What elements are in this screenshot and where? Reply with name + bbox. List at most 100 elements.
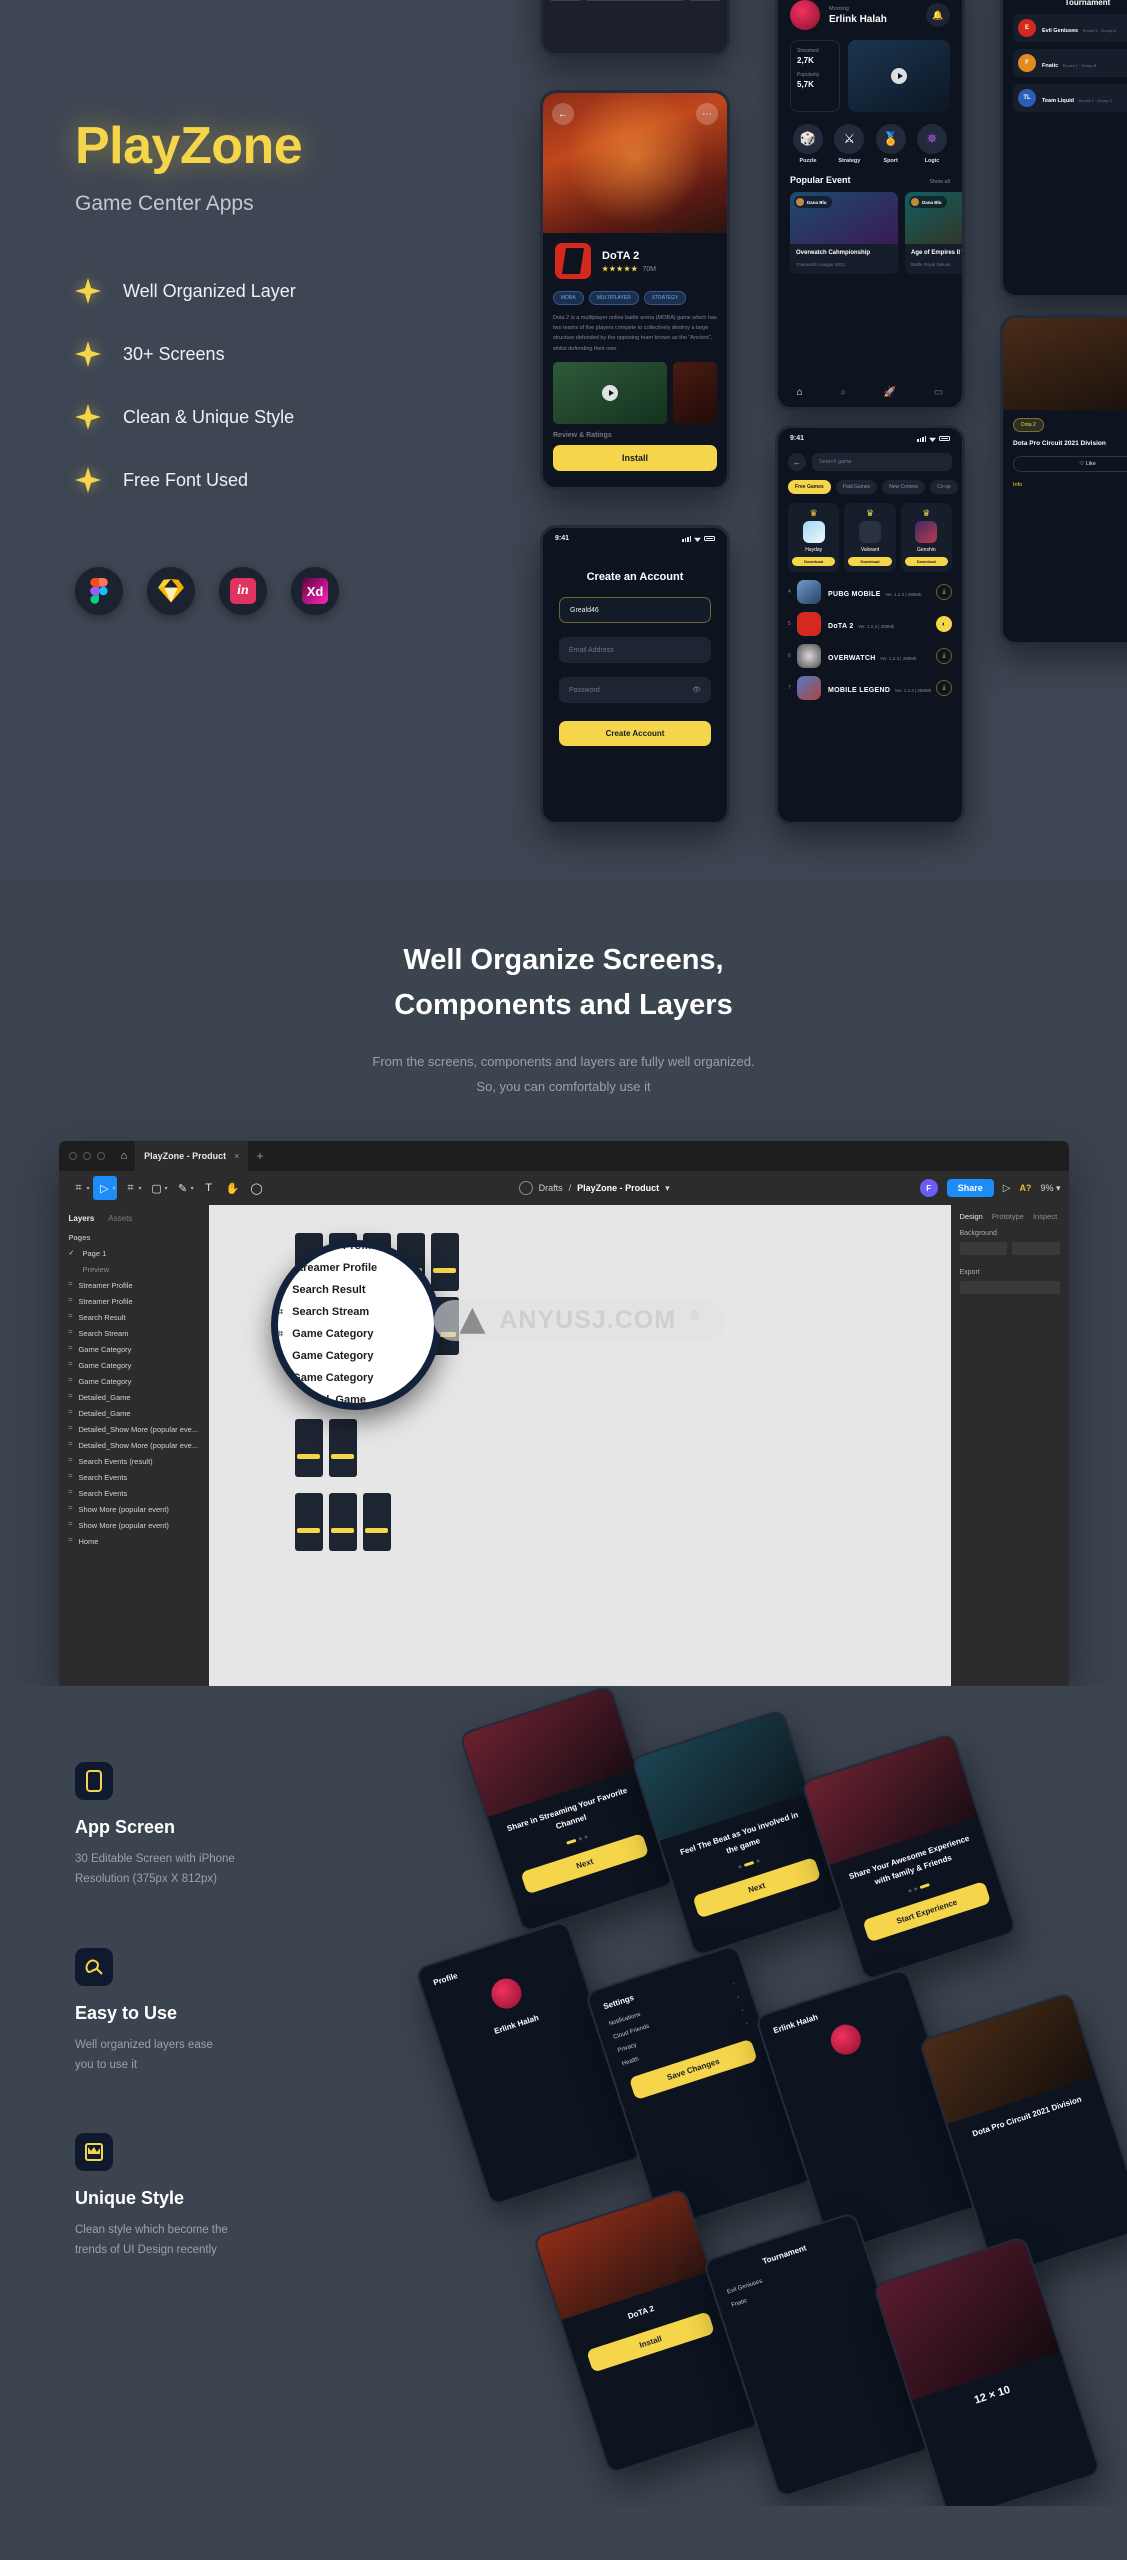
zoom-level[interactable]: 9% ▾ [1040, 1183, 1060, 1194]
export-control[interactable] [959, 1281, 1060, 1295]
figma-file-tab[interactable]: PlayZone - Product × [135, 1141, 249, 1172]
layer-item[interactable]: ⌗ Game Category [59, 1357, 209, 1373]
password-input[interactable]: Password 👁 [559, 677, 711, 703]
chevron-down-icon[interactable]: ▾ [665, 1183, 670, 1194]
hand-tool-icon[interactable]: ✋ [221, 1176, 245, 1200]
game-list-row[interactable]: 7 MOBILE LEGEND Ver. 1.2.3 | 288Mb ⤓ [788, 676, 952, 700]
tab-prototype[interactable]: Prototype [992, 1212, 1024, 1221]
annotate-icon[interactable]: A? [1019, 1183, 1031, 1193]
event-card[interactable]: Dana Blu Age of Empires II World Cup Bat… [905, 192, 962, 274]
figma-canvas[interactable]: ANYUSJ.COM ® ⌗ Streamer Profile ⌗ Streamer… [208, 1205, 951, 1687]
game-list-row[interactable]: 6 OVERWATCH Ver. 1.2.3 | 288Mb ⤓ [788, 644, 952, 668]
username-input[interactable]: Greald46 [559, 597, 711, 623]
category-item[interactable]: 🎲 Puzzle [792, 124, 824, 164]
chip-free-games[interactable]: Free Games [788, 480, 831, 494]
layer-item[interactable]: ⌗ Search Events (result) [59, 1453, 209, 1469]
chip-paid-games[interactable]: Paid Games [835, 480, 878, 494]
next-button[interactable]: Next [520, 1832, 650, 1895]
tab-search-icon[interactable]: ⌕ [840, 387, 846, 398]
layer-item[interactable]: ⌗ Show More (popular event) [59, 1517, 209, 1533]
background-controls[interactable] [959, 1242, 1060, 1260]
chip-new-comers[interactable]: New Comers [882, 480, 926, 494]
download-button[interactable]: Download [792, 557, 836, 566]
start-experience-button[interactable]: Start Experience [862, 1880, 992, 1943]
eye-icon[interactable]: 👁 [692, 686, 701, 694]
game-list-row[interactable]: 5 DoTA 2 Ver. 1.2.3 | 288Mb ◐ [788, 612, 952, 636]
screenshot-video[interactable] [553, 361, 667, 424]
tournament-row[interactable]: F Fnatic Round 1 · Group B Play [1013, 49, 1127, 77]
podium-item[interactable]: ♛ Hayday Download [788, 503, 840, 572]
figma-icon[interactable] [75, 567, 123, 615]
keyboard-num-key[interactable]: 123 [549, 0, 583, 1]
chip-coop[interactable]: Co-op [930, 480, 958, 494]
next-button[interactable]: Next [692, 1856, 822, 1919]
like-button[interactable]: ♡ Like [1013, 455, 1127, 472]
window-controls[interactable] [68, 1152, 105, 1161]
search-input[interactable]: Search game [812, 453, 952, 471]
keyboard-space-key[interactable]: space [585, 0, 685, 1]
layer-item[interactable]: ⌗ Streamer Profile [59, 1277, 209, 1293]
tab-inspect[interactable]: Inspect [1033, 1212, 1057, 1221]
category-item[interactable]: 🏅 Sport [875, 124, 907, 164]
layer-item[interactable]: ⌗ Show More (popular event) [59, 1501, 209, 1517]
layer-item[interactable]: ⌗ Detailed_Game [59, 1405, 209, 1421]
breadcrumb-root[interactable]: Drafts [539, 1183, 563, 1193]
share-button[interactable]: Share [946, 1179, 994, 1198]
adobe-xd-icon[interactable]: Xd [291, 567, 339, 615]
more-icon[interactable]: ⋯ [696, 103, 718, 125]
download-icon[interactable]: ⤓ [936, 584, 952, 600]
layer-item[interactable]: ⌗ Detailed_Show More (popular eve... [59, 1437, 209, 1453]
download-button[interactable]: Download [848, 557, 892, 566]
download-icon[interactable]: ⤓ [936, 680, 952, 696]
category-item[interactable]: ✵ Logic [916, 124, 948, 164]
podium-item[interactable]: ♛ Genshin Download [900, 503, 952, 572]
sketch-icon[interactable] [147, 567, 195, 615]
page-item[interactable]: ✓ Page 1 [59, 1245, 209, 1261]
download-icon[interactable]: ◐ [936, 616, 952, 632]
layer-item[interactable]: ⌗ Game Category [59, 1373, 209, 1389]
tab-layers[interactable]: Layers [69, 1214, 95, 1223]
tab-assets[interactable]: Assets [108, 1214, 132, 1223]
layer-item[interactable]: ⌗ Detailed_Game [59, 1389, 209, 1405]
event-card[interactable]: Dana Blu Overwatch Cahmpionship Overwatc… [790, 192, 898, 274]
layer-item[interactable]: ⌗ Home [59, 1533, 209, 1549]
breadcrumb-file[interactable]: PlayZone - Product [577, 1183, 659, 1193]
tab-video-icon[interactable]: ▭ [934, 387, 943, 398]
new-tab-icon[interactable]: + [256, 1149, 263, 1163]
invision-icon[interactable]: in [219, 567, 267, 615]
tournament-row[interactable]: E Evil Geniuses Round 1 · Group A Play [1013, 14, 1127, 42]
tab-rocket-icon[interactable]: 🚀 [884, 387, 896, 398]
comment-tool-icon[interactable]: ◯ [245, 1176, 269, 1200]
layer-item[interactable]: ⌗ Detailed_Show More (popular eve... [59, 1421, 209, 1437]
home-icon[interactable]: ⌂ [121, 1150, 128, 1162]
download-button[interactable]: Download [904, 557, 948, 566]
podium-item[interactable]: ♛ Valorant Download [844, 503, 896, 572]
page-item[interactable]: Preview [59, 1261, 209, 1277]
layer-item[interactable]: ⌗ Search Stream [59, 1325, 209, 1341]
game-tag[interactable]: MULTIPLAYER [588, 291, 639, 305]
category-item[interactable]: ⚔ Strategy [833, 124, 865, 164]
keyboard-go-key[interactable]: Go [687, 0, 721, 1]
bell-icon[interactable]: 🔔 [926, 3, 950, 27]
game-tag[interactable]: STRATEGY [643, 291, 687, 305]
tab-info[interactable]: Info [1013, 482, 1022, 488]
install-button[interactable]: Install [553, 444, 717, 471]
avatar[interactable]: F [919, 1179, 938, 1198]
create-account-button[interactable]: Create Account [559, 721, 711, 746]
layer-item[interactable]: ⌗ Streamer Profile [59, 1293, 209, 1309]
tournament-row[interactable]: TL Team Liquid Round 1 · Group C Play [1013, 84, 1127, 112]
game-list-row[interactable]: 4 PUBG MOBILE Ver. 1.2.3 | 288Mb ⤓ [788, 580, 952, 604]
save-changes-button[interactable]: Save Changes [628, 2038, 758, 2101]
show-all-link[interactable]: Show all [929, 179, 950, 185]
layer-item[interactable]: ⌗ Game Category [59, 1341, 209, 1357]
game-tag[interactable]: MOBA [553, 291, 584, 305]
layer-item[interactable]: ⌗ Search Result [59, 1309, 209, 1325]
present-icon[interactable]: ▷ [1003, 1183, 1011, 1194]
tab-design[interactable]: Design [960, 1212, 983, 1221]
layer-item[interactable]: ⌗ Search Events [59, 1469, 209, 1485]
close-icon[interactable]: × [234, 1151, 239, 1161]
screenshot-image[interactable] [673, 361, 717, 424]
featured-stream-card[interactable] [848, 40, 950, 112]
text-tool-icon[interactable]: T [197, 1176, 221, 1200]
avatar[interactable] [790, 0, 820, 30]
